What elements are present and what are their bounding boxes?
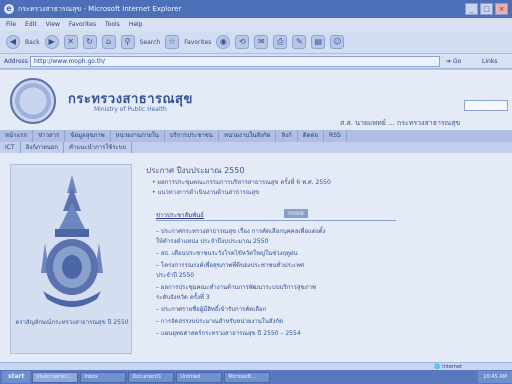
- favorites-icon[interactable]: ☆: [165, 35, 180, 49]
- search-label[interactable]: Search: [140, 39, 161, 46]
- emblem-caption: ตราสัญลักษณ์กระทรวงสาธารณสุข ปี 2550: [15, 319, 129, 326]
- ie-icon: e: [4, 4, 14, 14]
- back-icon[interactable]: ◀: [6, 35, 20, 49]
- menu-view[interactable]: View: [46, 18, 60, 31]
- print-icon[interactable]: ⎙: [273, 35, 288, 49]
- menu-help[interactable]: Help: [129, 18, 143, 31]
- site-search-input[interactable]: [464, 100, 508, 111]
- news-line[interactable]: – สธ. เตือนประชาชนระวังโรคไข้หวัดใหญ่ในช…: [156, 248, 298, 258]
- site-subtitle: Ministry of Public Health: [94, 106, 167, 113]
- announcement-text: แนวทางการดำเนินงานด้านสาธารณสุข: [157, 189, 260, 196]
- status-bar: 🌐 Internet: [0, 362, 512, 370]
- toolbar: ◀ Back ▶ ✕ ↻ ⌂ ⚲ Search ☆ Favorites ◉ ⟲ …: [0, 31, 512, 54]
- forward-icon[interactable]: ▶: [44, 35, 59, 49]
- home-icon[interactable]: ⌂: [101, 35, 116, 49]
- address-input[interactable]: http://www.moph.go.th/: [30, 56, 440, 67]
- messenger-icon[interactable]: ☺: [330, 35, 345, 49]
- nav-links[interactable]: ลิงก์: [276, 130, 298, 142]
- taskbar-item[interactable]: Inbox: [80, 371, 127, 383]
- menu-file[interactable]: File: [6, 18, 16, 31]
- search-icon[interactable]: ⚲: [120, 35, 135, 49]
- taskbar-item[interactable]: Microsoft...: [224, 371, 271, 383]
- mail-icon[interactable]: ✉: [254, 35, 269, 49]
- address-bar: Address http://www.moph.go.th/ ➔ Go Link…: [0, 54, 512, 69]
- nav-health-info[interactable]: ข้อมูลสุขภาพ: [65, 130, 111, 142]
- news-line: ประจำปี 2550: [156, 272, 195, 279]
- back-label[interactable]: Back: [25, 39, 40, 46]
- news-line[interactable]: – แผนยุทธศาสตร์กระทรวงสาธารณสุข ปี 2550 …: [156, 328, 301, 338]
- nav-affiliated-units[interactable]: หน่วยงานในสังกัด: [219, 130, 277, 142]
- stop-icon[interactable]: ✕: [63, 35, 78, 49]
- edit-icon[interactable]: ✎: [292, 35, 307, 49]
- taskbar-item[interactable]: Document1: [128, 371, 175, 383]
- announcement-link-2[interactable]: • แนวทางการดำเนินงานด้านสาธารณสุข: [152, 187, 259, 197]
- news-line: ระดับจังหวัด ครั้งที่ 3: [156, 294, 210, 301]
- sub-nav: ICT ลิงก์ภายนอก คำแนะนำการใช้ระบบ: [0, 142, 512, 153]
- history-icon[interactable]: ⟲: [235, 35, 250, 49]
- nav-news[interactable]: ข่าวสาร: [33, 130, 66, 142]
- minimize-button[interactable]: _: [465, 3, 478, 15]
- site-banner: กระทรวงสาธารณสุข Ministry of Public Heal…: [0, 70, 512, 130]
- menu-tools[interactable]: Tools: [105, 18, 120, 31]
- news-line[interactable]: – โครงการรณรงค์เพื่อสุขภาพที่ดีของประชาช…: [156, 260, 304, 270]
- announcement-text: ผลการประชุมคณะกรรมการบริหารสาธารณสุข ครั…: [157, 179, 331, 186]
- nav-contact[interactable]: ติดต่อ: [298, 130, 325, 142]
- discuss-icon[interactable]: ▤: [311, 35, 326, 49]
- nav-home[interactable]: หน้าแรก: [0, 130, 34, 142]
- maximize-button[interactable]: □: [480, 3, 493, 15]
- start-button[interactable]: start: [2, 371, 31, 383]
- web-page: กระทรวงสาธารณสุข Ministry of Public Heal…: [0, 70, 512, 362]
- taskbar: start กระทรวงสาธา... Inbox Document1 Unt…: [0, 370, 512, 384]
- taskbar-item[interactable]: Untitled: [176, 371, 223, 383]
- nav-ict[interactable]: ICT: [0, 142, 21, 153]
- menu-bar: File Edit View Favorites Tools Help: [0, 18, 512, 31]
- ministry-seal-icon: [10, 78, 56, 124]
- news-line[interactable]: – ประกาศกระทรวงสาธารณสุข เรื่อง การคัดเล…: [156, 226, 326, 236]
- nav-guide[interactable]: คำแนะนำการใช้ระบบ: [64, 142, 133, 153]
- window-title: กระทรวงสาธารณสุข - Microsoft Internet Ex…: [18, 5, 182, 13]
- window-title-bar: กระทรวงสาธารณสุข - Microsoft Internet Ex…: [0, 0, 512, 18]
- emblem-panel: ตราสัญลักษณ์กระทรวงสาธารณสุข ปี 2550: [10, 164, 132, 354]
- refresh-icon[interactable]: ↻: [82, 35, 97, 49]
- divider: [156, 220, 396, 221]
- nav-internal-units[interactable]: หน่วยงานภายใน: [111, 130, 165, 142]
- go-button[interactable]: ➔ Go: [446, 56, 476, 67]
- nav-services[interactable]: บริการประชาชน: [165, 130, 219, 142]
- nav-external-links[interactable]: ลิงก์ภายนอก: [21, 142, 65, 153]
- news-line[interactable]: – ผลการประชุมคณะทำงานด้านการพัฒนาระบบบริ…: [156, 282, 316, 292]
- news-subhead[interactable]: ข่าวประชาสัมพันธ์: [156, 210, 204, 220]
- go-label: Go: [452, 58, 462, 65]
- nav-rss[interactable]: RSS: [324, 130, 347, 142]
- menu-favorites[interactable]: Favorites: [69, 18, 96, 31]
- more-news-button[interactable]: more: [284, 209, 308, 218]
- news-line[interactable]: – การจัดสรรงบประมาณสำหรับหน่วยงานในสังกั…: [156, 316, 283, 326]
- banner-name: ส.ส. นายแพทย์ ... กระทรวงสาธารณสุข: [340, 119, 461, 127]
- menu-edit[interactable]: Edit: [25, 18, 37, 31]
- taskbar-item[interactable]: กระทรวงสาธา...: [32, 371, 79, 383]
- media-icon[interactable]: ◉: [216, 35, 231, 49]
- news-content: ประกาศ ปีงบประมาณ 2550 • ผลการประชุมคณะก…: [146, 164, 508, 360]
- news-line[interactable]: – ประกาศรายชื่อผู้มีสิทธิ์เข้ารับการคัดเ…: [156, 304, 266, 314]
- links-button[interactable]: Links: [482, 58, 497, 65]
- favorites-label[interactable]: Favorites: [184, 39, 211, 46]
- news-line: ให้ดำรงตำแหน่ง ประจำปีงบประมาณ 2550: [156, 238, 269, 245]
- main-nav: หน้าแรก ข่าวสาร ข้อมูลสุขภาพ หน่วยงานภาย…: [0, 130, 512, 142]
- window-controls: _ □ ×: [465, 3, 508, 15]
- close-button[interactable]: ×: [495, 3, 508, 15]
- ministry-emblem-icon: [41, 175, 103, 307]
- system-clock: 10:45 AM: [478, 371, 512, 383]
- content-title: ประกาศ ปีงบประมาณ 2550: [146, 166, 245, 175]
- address-label: Address: [4, 58, 28, 65]
- announcement-link-1[interactable]: • ผลการประชุมคณะกรรมการบริหารสาธารณสุข ค…: [152, 177, 331, 187]
